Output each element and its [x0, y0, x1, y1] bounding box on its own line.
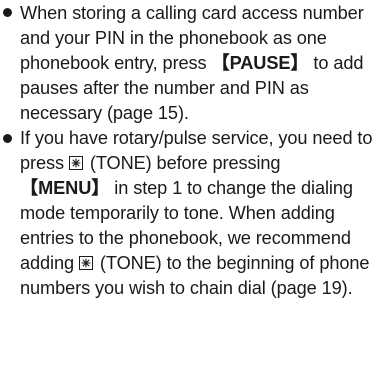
list-item: When storing a calling card access numbe… [0, 0, 378, 126]
key-bracket-open: 【 [20, 178, 39, 198]
star-key-icon [78, 256, 93, 270]
key-bracket-close: 】 [91, 178, 110, 198]
key-bracket-close: 】 [290, 53, 309, 73]
menu-key-label: 【MENU】 [20, 178, 109, 198]
key-bracket-open: 【 [211, 53, 230, 73]
bullet-dot-icon [3, 8, 12, 17]
menu-key-text: MENU [38, 178, 92, 198]
bullet-dot-icon [3, 134, 12, 143]
tone-text-1: (TONE) before pressing [84, 153, 281, 173]
list-item: If you have rotary/pulse service, you ne… [0, 126, 378, 301]
document-page: When storing a calling card access numbe… [0, 0, 378, 391]
pause-key-text: PAUSE [229, 53, 291, 73]
star-key-icon [68, 156, 83, 170]
tips-list: When storing a calling card access numbe… [0, 0, 378, 301]
pause-key-label: 【PAUSE】 [211, 53, 308, 73]
